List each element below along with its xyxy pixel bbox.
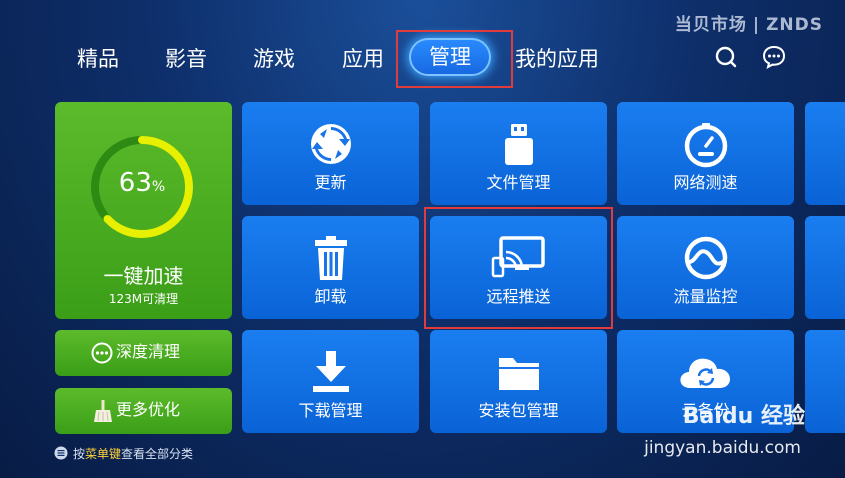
trash-icon bbox=[314, 236, 347, 280]
tile-download-manager[interactable]: 下载管理 bbox=[242, 330, 419, 433]
tile-download-manager-label: 下载管理 bbox=[298, 401, 363, 420]
memory-percent: 63% bbox=[87, 168, 197, 198]
percent-sign: % bbox=[151, 179, 166, 195]
highlight-box-remote-push bbox=[424, 207, 613, 329]
brand-separator: | bbox=[752, 15, 761, 35]
speedup-subtitle: 123M可清理 bbox=[108, 292, 179, 306]
tile-network-speed[interactable]: 网络测速 bbox=[617, 102, 794, 205]
tile-package-manager[interactable]: 安装包管理 bbox=[430, 330, 607, 433]
tile-uninstall[interactable]: 卸载 bbox=[242, 216, 419, 319]
tile-partial-right-1[interactable] bbox=[805, 102, 845, 205]
more-optimize-label: 更多优化 bbox=[116, 400, 181, 419]
deep-clean-button[interactable]: 深度清理 bbox=[55, 330, 232, 376]
tab-my-apps[interactable]: 我的应用 bbox=[515, 42, 599, 76]
message-icon[interactable] bbox=[761, 44, 787, 70]
hint-prefix: 按 bbox=[73, 447, 86, 461]
usb-drive-icon bbox=[504, 124, 533, 165]
speedup-tile[interactable]: 63% 一键加速 123M可清理 bbox=[55, 102, 232, 319]
tile-uninstall-label: 卸载 bbox=[314, 287, 347, 306]
tile-traffic-monitor-label: 流量监控 bbox=[673, 287, 738, 306]
tile-update[interactable]: 更新 bbox=[242, 102, 419, 205]
cloud-sync-icon bbox=[679, 358, 730, 388]
deep-clean-label: 深度清理 bbox=[116, 342, 181, 361]
baidu-jingyan-logo: Baidu 经验 bbox=[682, 404, 805, 429]
folder-icon bbox=[498, 358, 539, 390]
brand-en: ZNDS bbox=[766, 15, 823, 35]
memory-ring: 63% bbox=[87, 132, 197, 242]
tile-update-label: 更新 bbox=[314, 173, 347, 192]
tile-partial-right-3[interactable] bbox=[805, 330, 845, 433]
more-optimize-button[interactable]: 更多优化 bbox=[55, 388, 232, 434]
menu-key-icon bbox=[54, 446, 68, 460]
speedometer-icon bbox=[684, 123, 727, 168]
tile-file-manager-label: 文件管理 bbox=[486, 173, 551, 192]
tile-network-speed-label: 网络测速 bbox=[673, 173, 738, 192]
speedup-title: 一键加速 bbox=[103, 264, 184, 288]
tab-apps[interactable]: 应用 bbox=[342, 42, 384, 76]
tab-featured[interactable]: 精品 bbox=[77, 42, 119, 76]
tile-package-manager-label: 安装包管理 bbox=[478, 401, 559, 420]
percent-value: 63 bbox=[118, 168, 152, 198]
hint-key: 菜单键 bbox=[85, 447, 122, 461]
tab-games[interactable]: 游戏 bbox=[253, 42, 295, 76]
tile-partial-right-2[interactable] bbox=[805, 216, 845, 319]
hint-suffix: 查看全部分类 bbox=[121, 447, 194, 461]
highlight-box-manage-tab bbox=[396, 30, 513, 88]
tile-file-manager[interactable]: 文件管理 bbox=[430, 102, 607, 205]
search-icon[interactable] bbox=[713, 44, 739, 70]
tile-traffic-monitor[interactable]: 流量监控 bbox=[617, 216, 794, 319]
tab-media[interactable]: 影音 bbox=[165, 42, 207, 76]
baidu-jingyan-url: jingyan.baidu.com bbox=[644, 438, 801, 458]
brand-cn: 当贝市场 bbox=[674, 15, 747, 35]
broom-icon bbox=[94, 400, 112, 422]
update-icon bbox=[310, 124, 351, 164]
menu-hint: 按菜单键查看全部分类 bbox=[73, 445, 193, 462]
brand-watermark: 当贝市场 | ZNDS bbox=[675, 10, 823, 35]
download-icon bbox=[312, 351, 349, 392]
more-dots-icon bbox=[91, 342, 113, 364]
wave-gauge-icon bbox=[684, 236, 727, 280]
